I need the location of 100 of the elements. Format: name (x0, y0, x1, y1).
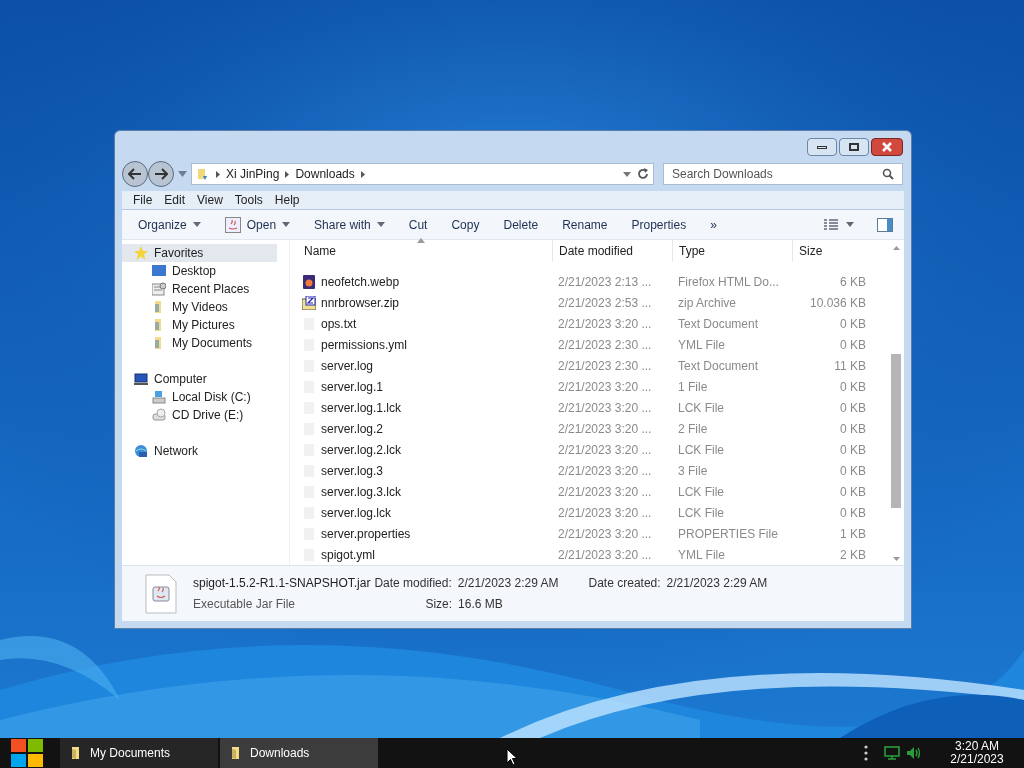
nav-item[interactable]: My Documents (122, 334, 277, 352)
table-cell-text: YML File (677, 546, 726, 564)
column-header[interactable]: Date modified (552, 240, 672, 262)
table-cell-text: 2/21/2023 2:30 ... (557, 357, 653, 375)
clock-time: 3:20 AM (955, 740, 999, 753)
menu-item[interactable]: Tools (228, 191, 269, 209)
network-icon (134, 444, 148, 458)
table-cell-text: 2/21/2023 3:20 ... (557, 441, 653, 459)
table-cell: ops.txt (298, 314, 552, 333)
dropdown-caret-icon[interactable] (623, 171, 631, 177)
clock-date: 2/21/2023 (950, 753, 1004, 766)
column-header[interactable]: Type (672, 240, 792, 262)
chevron-icon (360, 170, 365, 178)
history-caret-icon[interactable] (178, 171, 187, 177)
column-header[interactable]: Name (298, 240, 552, 262)
desktop-icon (152, 264, 166, 278)
table-cell-text: 1 File (677, 378, 709, 396)
breadcrumb[interactable]: Downloads (295, 165, 355, 183)
search-icon (882, 168, 894, 180)
toolbar-button[interactable]: Open (216, 213, 299, 236)
menu-item[interactable]: Help (268, 191, 306, 209)
toolbar-button[interactable]: Properties (623, 213, 695, 236)
table-cell-text: Firefox HTML Do... (677, 273, 780, 291)
table-cell-text: 3 File (677, 462, 709, 480)
close-icon (881, 142, 893, 152)
nav-item[interactable]: My Pictures (122, 316, 277, 334)
table-cell-text: 2/21/2023 3:20 ... (557, 399, 653, 417)
speaker-icon[interactable] (906, 746, 922, 760)
table-cell-text: 2/21/2023 3:20 ... (557, 378, 653, 396)
toolbar-button[interactable]: Rename (554, 213, 616, 236)
nav-item[interactable]: Desktop (122, 262, 277, 280)
maximize-button[interactable] (839, 138, 869, 156)
menu-item[interactable]: View (191, 191, 229, 209)
back-button[interactable] (122, 161, 148, 187)
folder-icon (230, 746, 242, 760)
zip-file-icon (302, 295, 316, 310)
breadcrumb[interactable]: Xi JinPing (226, 165, 280, 183)
minimize-button[interactable] (807, 138, 837, 156)
toolbar-button[interactable]: Share with (306, 213, 393, 236)
toolbar-button[interactable]: » (702, 213, 725, 236)
address-bar[interactable]: Xi JinPing Downloads (191, 163, 654, 185)
field-value: 2/21/2023 2:29 AM (457, 575, 559, 592)
table-cell-text: 11 KB (833, 357, 867, 375)
nav-item[interactable]: Computer (122, 370, 277, 388)
close-button[interactable] (871, 138, 903, 156)
table-cell-text: LCK File (677, 441, 725, 459)
table-cell-text: 2/21/2023 3:20 ... (557, 546, 653, 564)
caret-icon (192, 222, 201, 227)
search-input[interactable]: Search Downloads (672, 165, 882, 183)
table-cell-text: LCK File (677, 504, 725, 522)
forward-button[interactable] (148, 161, 174, 187)
table-cell: server.log.3 (298, 461, 552, 480)
table-cell-text: 0 KB (839, 315, 867, 333)
table-cell: nnrbrowser.zip (298, 293, 552, 312)
table-cell: neofetch.webp (298, 272, 552, 291)
nav-item[interactable]: Network (122, 442, 277, 460)
nav-item[interactable]: My Videos (122, 298, 277, 316)
nav-item[interactable]: Favorites (122, 244, 277, 262)
windows-logo-icon (11, 739, 43, 767)
field-label: Size: (425, 596, 453, 613)
table-cell-text: 0 KB (839, 420, 867, 438)
scroll-up-icon[interactable] (892, 246, 900, 250)
table-cell-text: Text Document (677, 357, 760, 375)
table-cell-text: 10.036 KB (808, 294, 867, 312)
table-cell-text: 2 KB (839, 546, 867, 564)
taskbar-button[interactable]: My Documents (60, 738, 218, 768)
forward-arrow-icon (154, 168, 168, 180)
refresh-icon[interactable] (637, 168, 649, 180)
table-cell: server.log.lck (298, 503, 552, 522)
column-header[interactable]: Size (792, 240, 872, 262)
image-file-icon (302, 274, 316, 289)
more-icon[interactable] (864, 745, 868, 761)
toolbar-button[interactable]: Organize (130, 213, 209, 236)
nav-item[interactable]: Local Disk (C:) (122, 388, 277, 406)
caret-icon (376, 222, 385, 227)
menu-item[interactable]: Edit (158, 191, 192, 209)
table-cell-text: 0 KB (839, 441, 867, 459)
scroll-down-icon[interactable] (892, 557, 900, 561)
table-cell: server.log.1.lck (298, 398, 552, 417)
taskbar-button[interactable]: Downloads (220, 738, 378, 768)
table-cell-text: 2/21/2023 2:53 ... (557, 294, 653, 312)
table-cell-text: 2/21/2023 3:20 ... (557, 483, 653, 501)
toolbar-button[interactable]: Copy (443, 213, 488, 236)
table-cell-text: 2/21/2023 3:20 ... (557, 462, 653, 480)
toolbar-button[interactable]: Delete (495, 213, 547, 236)
table-cell-text: 2/21/2023 2:30 ... (557, 336, 653, 354)
computer-icon (134, 372, 148, 386)
network-icon[interactable] (884, 746, 900, 760)
start-button[interactable] (10, 738, 44, 768)
scroll-thumb[interactable] (891, 354, 901, 508)
table-cell-text: 0 KB (839, 504, 867, 522)
toolbar-button[interactable]: Cut (400, 213, 436, 236)
table-cell-text: 2/21/2023 3:20 ... (557, 315, 653, 333)
search-field[interactable]: Search Downloads (663, 163, 903, 185)
menu-item[interactable]: File (127, 191, 159, 209)
jar-file-icon (145, 573, 177, 614)
nav-item[interactable]: CD Drive (E:) (122, 406, 277, 424)
nav-item[interactable]: Recent Places (122, 280, 277, 298)
table-cell: server.properties (298, 524, 552, 543)
table-cell-text: 0 KB (839, 378, 867, 396)
